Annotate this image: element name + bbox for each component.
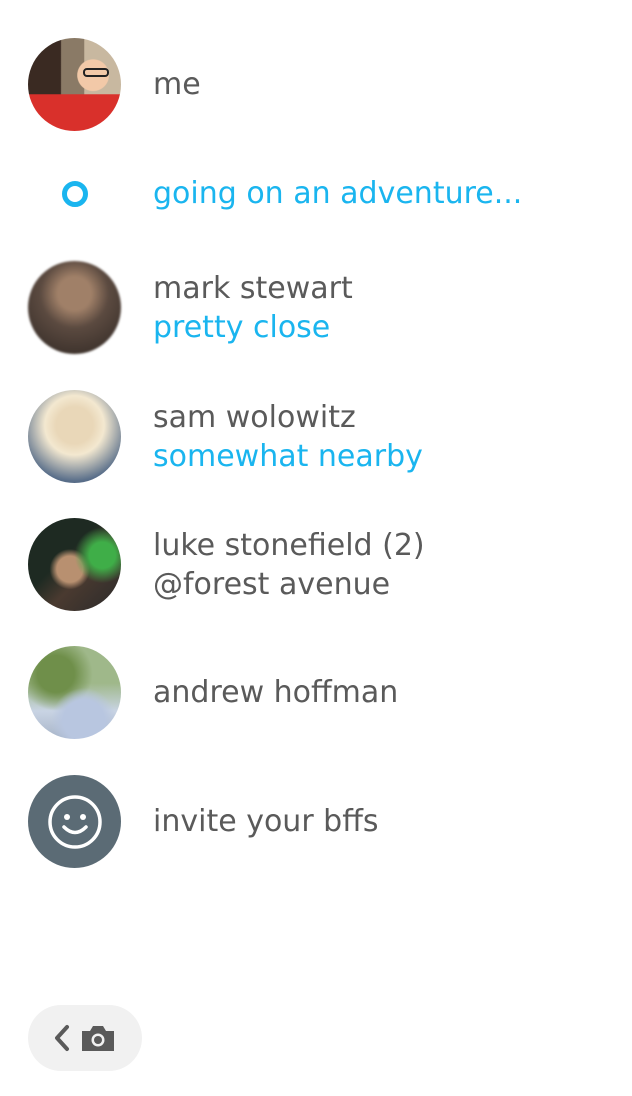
back-to-camera-button[interactable] xyxy=(28,1005,142,1071)
friend-name: mark stewart xyxy=(153,270,353,306)
camera-icon xyxy=(82,1026,114,1051)
avatar[interactable] xyxy=(28,390,121,483)
friend-proximity: pretty close xyxy=(153,309,331,345)
smiley-icon xyxy=(47,794,102,849)
friend-row-mark-stewart[interactable]: mark stewart pretty close xyxy=(28,261,612,354)
invite-row[interactable]: invite your bffs xyxy=(28,775,612,868)
status-ring-icon xyxy=(28,181,121,207)
friend-row-andrew-hoffman[interactable]: andrew hoffman xyxy=(28,646,612,739)
friend-row-sam-wolowitz[interactable]: sam wolowitz somewhat nearby xyxy=(28,390,612,483)
avatar[interactable] xyxy=(28,646,121,739)
friend-name: sam wolowitz xyxy=(153,399,356,435)
me-name: me xyxy=(153,66,201,102)
status-row[interactable]: going on an adventure... xyxy=(28,172,612,216)
avatar[interactable] xyxy=(28,261,121,354)
me-row[interactable]: me xyxy=(28,38,612,131)
avatar[interactable] xyxy=(28,518,121,611)
invite-label: invite your bffs xyxy=(153,803,379,839)
friend-name: luke stonefield (2) xyxy=(153,527,425,563)
me-avatar[interactable] xyxy=(28,38,121,131)
friend-location: @forest avenue xyxy=(153,566,391,602)
friend-name: andrew hoffman xyxy=(153,674,399,710)
status-text: going on an adventure... xyxy=(153,176,523,211)
friend-proximity: somewhat nearby xyxy=(153,438,423,474)
invite-avatar[interactable] xyxy=(28,775,121,868)
chevron-left-icon xyxy=(55,1025,69,1051)
friend-row-luke-stonefield[interactable]: luke stonefield (2) @forest avenue xyxy=(28,518,612,611)
